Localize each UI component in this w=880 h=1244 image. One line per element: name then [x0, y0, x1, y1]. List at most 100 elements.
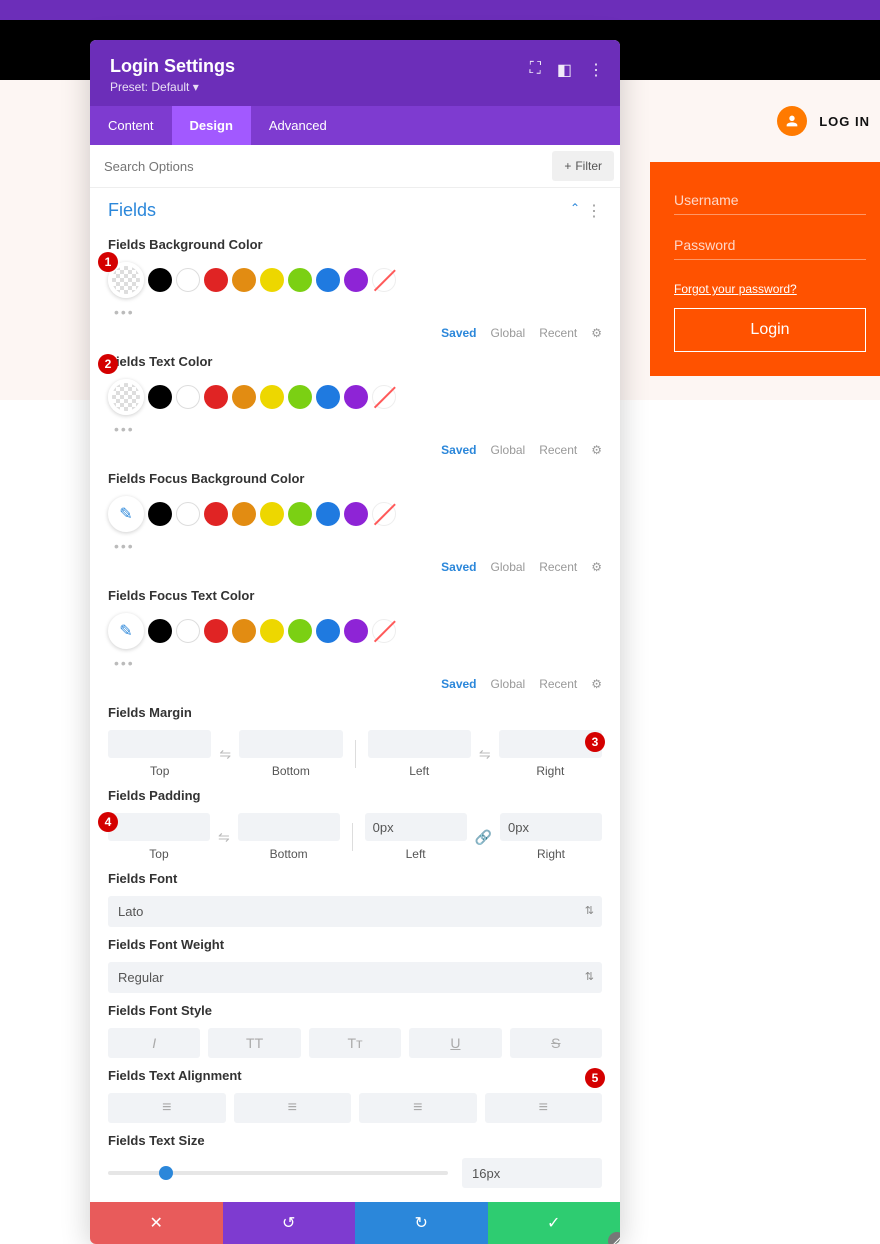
tab-saved[interactable]: Saved — [441, 326, 476, 340]
swatch-red[interactable] — [204, 619, 228, 643]
tab-saved[interactable]: Saved — [441, 443, 476, 457]
padding-right-input[interactable] — [500, 813, 602, 841]
tab-recent[interactable]: Recent — [539, 326, 577, 340]
tab-recent[interactable]: Recent — [539, 677, 577, 691]
expand-icon[interactable]: ⛶ — [530, 60, 541, 80]
tab-design[interactable]: Design — [172, 106, 251, 145]
swatch-red[interactable] — [204, 502, 228, 526]
align-center-button[interactable]: ≡ — [234, 1093, 352, 1123]
swatch-white[interactable] — [176, 385, 200, 409]
capitalize-button[interactable]: Tᴛ — [309, 1028, 401, 1058]
tab-recent[interactable]: Recent — [539, 443, 577, 457]
swatch-orange[interactable] — [232, 619, 256, 643]
login-button[interactable]: Login — [674, 308, 866, 352]
tab-saved[interactable]: Saved — [441, 560, 476, 574]
swatch-purple[interactable] — [344, 385, 368, 409]
save-button[interactable]: ✓ — [488, 1202, 621, 1244]
password-field[interactable]: Password — [674, 237, 866, 260]
user-avatar-icon[interactable] — [777, 106, 807, 136]
swatch-white[interactable] — [176, 268, 200, 292]
align-right-button[interactable]: ≡ — [359, 1093, 477, 1123]
swatch-black[interactable] — [148, 619, 172, 643]
link-icon[interactable]: ⇋ — [216, 829, 232, 846]
resize-handle-icon[interactable] — [608, 1232, 620, 1244]
swatch-white[interactable] — [176, 619, 200, 643]
cancel-button[interactable]: ✕ — [90, 1202, 223, 1244]
section-menu-icon[interactable]: ⋮ — [586, 201, 602, 221]
swatch-yellow[interactable] — [260, 619, 284, 643]
align-left-button[interactable]: ≡ — [108, 1093, 226, 1123]
more-dots-icon[interactable]: ••• — [108, 415, 602, 437]
padding-bottom-input[interactable] — [238, 813, 340, 841]
swatch-yellow[interactable] — [260, 385, 284, 409]
swatch-purple[interactable] — [344, 619, 368, 643]
eyedropper-icon[interactable]: ✎ — [108, 613, 144, 649]
underline-button[interactable]: U — [409, 1028, 501, 1058]
redo-button[interactable]: ↻ — [355, 1202, 488, 1244]
swatch-yellow[interactable] — [260, 502, 284, 526]
tab-global[interactable]: Global — [491, 677, 526, 691]
font-weight-select[interactable]: Regular ⇅ — [108, 962, 602, 993]
margin-top-input[interactable] — [108, 730, 211, 758]
align-justify-button[interactable]: ≡ — [485, 1093, 603, 1123]
swatch-yellow[interactable] — [260, 268, 284, 292]
swatch-lime[interactable] — [288, 385, 312, 409]
swatch-red[interactable] — [204, 385, 228, 409]
padding-top-input[interactable] — [108, 813, 210, 841]
gear-icon[interactable]: ⚙ — [591, 677, 602, 691]
swatch-orange[interactable] — [232, 502, 256, 526]
uppercase-button[interactable]: TT — [208, 1028, 300, 1058]
text-size-slider[interactable] — [108, 1171, 448, 1175]
tab-content[interactable]: Content — [90, 106, 172, 145]
search-input[interactable] — [90, 147, 546, 186]
swatch-lime[interactable] — [288, 502, 312, 526]
link-icon-active[interactable]: 🔗 — [473, 829, 494, 846]
login-link[interactable]: LOG IN — [819, 114, 870, 129]
slider-thumb[interactable] — [159, 1166, 173, 1180]
link-icon[interactable]: ⇋ — [217, 746, 233, 763]
swatch-blue[interactable] — [316, 268, 340, 292]
tab-global[interactable]: Global — [491, 443, 526, 457]
gear-icon[interactable]: ⚙ — [591, 560, 602, 574]
swatch-lime[interactable] — [288, 268, 312, 292]
padding-left-input[interactable] — [365, 813, 467, 841]
gear-icon[interactable]: ⚙ — [591, 326, 602, 340]
swatch-blue[interactable] — [316, 502, 340, 526]
swatch-purple[interactable] — [344, 502, 368, 526]
swatch-transparent[interactable] — [108, 379, 144, 415]
font-select[interactable]: Lato ⇅ — [108, 896, 602, 927]
eyedropper-icon[interactable]: ✎ — [108, 496, 144, 532]
panel-preset[interactable]: Preset: Default ▾ — [110, 80, 600, 94]
swatch-blue[interactable] — [316, 619, 340, 643]
margin-bottom-input[interactable] — [239, 730, 342, 758]
forgot-password-link[interactable]: Forgot your password? — [674, 282, 866, 296]
link-icon[interactable]: ⇋ — [477, 746, 493, 763]
swatch-none[interactable] — [372, 268, 396, 292]
strikethrough-button[interactable]: S — [510, 1028, 602, 1058]
swatch-orange[interactable] — [232, 268, 256, 292]
swatch-black[interactable] — [148, 502, 172, 526]
menu-icon[interactable]: ⋮ — [588, 60, 604, 80]
more-dots-icon[interactable]: ••• — [108, 532, 602, 554]
username-field[interactable]: Username — [674, 192, 866, 215]
swatch-lime[interactable] — [288, 619, 312, 643]
swatch-orange[interactable] — [232, 385, 256, 409]
collapse-icon[interactable]: ⌃ — [570, 201, 580, 221]
section-title[interactable]: Fields — [108, 200, 156, 221]
swatch-purple[interactable] — [344, 268, 368, 292]
more-dots-icon[interactable]: ••• — [108, 649, 602, 671]
swatch-none[interactable] — [372, 619, 396, 643]
swatch-white[interactable] — [176, 502, 200, 526]
swatch-black[interactable] — [148, 268, 172, 292]
italic-button[interactable]: I — [108, 1028, 200, 1058]
swatch-none[interactable] — [372, 502, 396, 526]
swatch-black[interactable] — [148, 385, 172, 409]
swatch-red[interactable] — [204, 268, 228, 292]
more-dots-icon[interactable]: ••• — [108, 298, 602, 320]
tab-saved[interactable]: Saved — [441, 677, 476, 691]
tab-global[interactable]: Global — [491, 560, 526, 574]
undo-button[interactable]: ↺ — [223, 1202, 356, 1244]
tab-recent[interactable]: Recent — [539, 560, 577, 574]
help-icon[interactable]: ◧ — [557, 60, 572, 80]
gear-icon[interactable]: ⚙ — [591, 443, 602, 457]
